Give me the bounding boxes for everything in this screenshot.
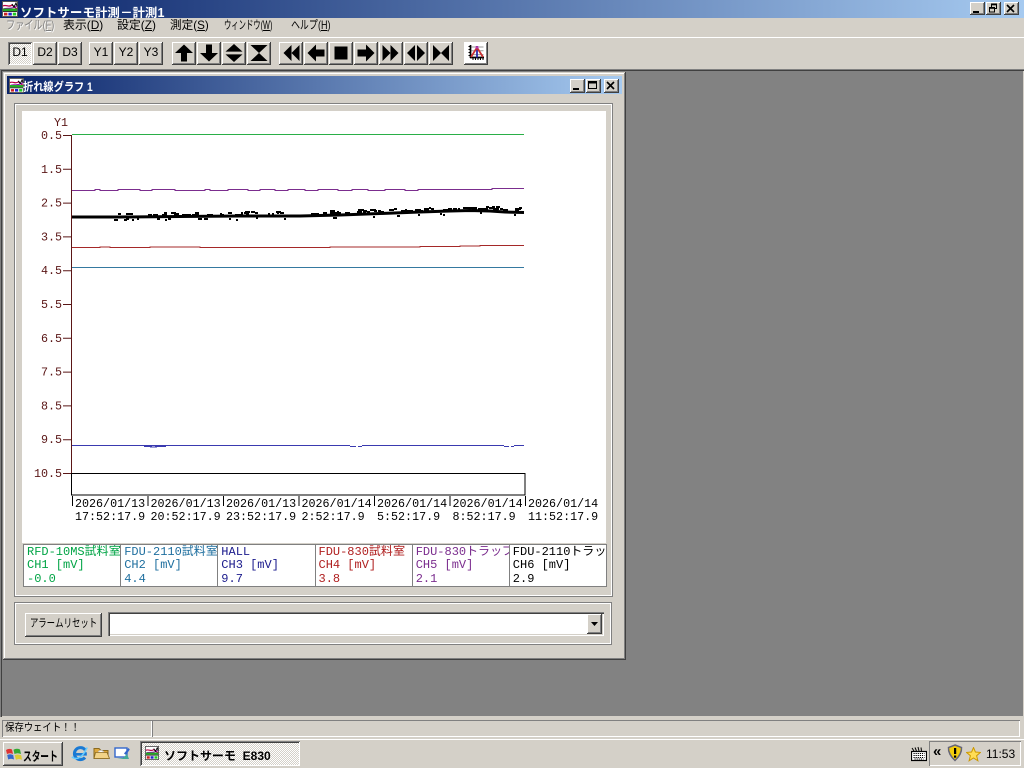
svg-text:6.5: 6.5	[41, 332, 62, 346]
svg-text:8:52:17.9: 8:52:17.9	[453, 510, 516, 524]
svg-text:3.5: 3.5	[41, 230, 62, 244]
svg-text:2026/01/13: 2026/01/13	[75, 497, 145, 511]
svg-text:7.5: 7.5	[41, 366, 62, 380]
svg-text:10.5: 10.5	[34, 467, 62, 481]
svg-text:5.5: 5.5	[41, 298, 62, 312]
svg-text:1.5: 1.5	[41, 163, 62, 177]
svg-text:11:52:17.9: 11:52:17.9	[528, 510, 598, 524]
svg-text:0.5: 0.5	[41, 129, 62, 143]
svg-text:17:52:17.9: 17:52:17.9	[75, 510, 145, 524]
svg-text:2026/01/13: 2026/01/13	[151, 497, 221, 511]
svg-text:8.5: 8.5	[41, 399, 62, 413]
svg-text:23:52:17.9: 23:52:17.9	[226, 510, 296, 524]
svg-text:9.5: 9.5	[41, 433, 62, 447]
svg-text:2026/01/14: 2026/01/14	[453, 497, 523, 511]
svg-text:2026/01/14: 2026/01/14	[377, 497, 447, 511]
svg-text:2026/01/14: 2026/01/14	[528, 497, 598, 511]
svg-text:2026/01/14: 2026/01/14	[302, 497, 372, 511]
svg-text:2.5: 2.5	[41, 197, 62, 211]
svg-text:5:52:17.9: 5:52:17.9	[377, 510, 440, 524]
svg-text:Y1: Y1	[54, 116, 68, 130]
svg-text:4.5: 4.5	[41, 264, 62, 278]
svg-text:2026/01/13: 2026/01/13	[226, 497, 296, 511]
svg-text:20:52:17.9: 20:52:17.9	[151, 510, 221, 524]
svg-text:2:52:17.9: 2:52:17.9	[302, 510, 365, 524]
